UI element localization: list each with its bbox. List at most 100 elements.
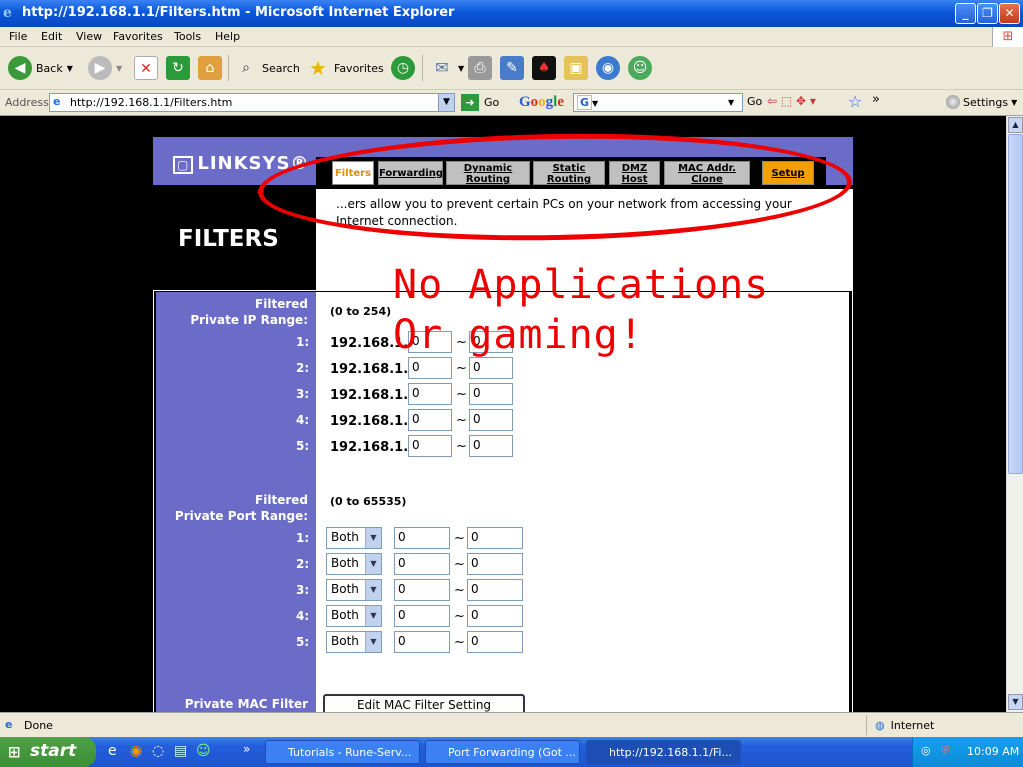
scroll-up-icon[interactable]: ▲	[1008, 117, 1023, 133]
search-button[interactable]: ⌕ Search	[234, 55, 300, 81]
taskbar-item[interactable]: Tutorials - Rune-Serv...	[265, 740, 420, 764]
protocol-select[interactable]: Both ▼	[326, 631, 382, 653]
messenger-button[interactable]: ◉	[596, 55, 620, 81]
ip-prefix: 192.168.1.	[330, 414, 409, 429]
forward-dropdown-icon[interactable]: ▼	[116, 64, 122, 73]
firefox-quicklaunch-icon[interactable]: ◉	[130, 743, 142, 759]
menu-edit[interactable]: Edit	[41, 30, 62, 43]
ip-from-input[interactable]: 0	[408, 357, 452, 379]
bag-button[interactable]: ▣	[564, 55, 588, 81]
minimize-button[interactable]: _	[955, 3, 976, 24]
protocol-select[interactable]: Both ▼	[326, 579, 382, 601]
port-from-input[interactable]: 0	[394, 605, 450, 627]
page-title: FILTERS	[178, 226, 279, 252]
back-button[interactable]: ◀ Back ▼	[8, 55, 73, 81]
restore-button[interactable]: ❐	[977, 3, 998, 24]
google-search-input[interactable]: G ▼	[573, 93, 743, 112]
stop-icon: ✕	[134, 56, 158, 80]
ip-to-input[interactable]: 0	[469, 409, 513, 431]
port-to-input[interactable]: 0	[467, 579, 523, 601]
menu-view[interactable]: View	[76, 30, 102, 43]
settings-button[interactable]: Settings ▼	[946, 95, 1017, 109]
bookmark-star-icon[interactable]: ☆	[848, 92, 862, 111]
port-to-input[interactable]: 0	[467, 553, 523, 575]
ip-to-input[interactable]: 0	[469, 383, 513, 405]
address-url: http://192.168.1.1/Filters.htm	[70, 96, 233, 109]
edit-mac-filter-button[interactable]: Edit MAC Filter Setting	[323, 694, 525, 712]
port-from-input[interactable]: 0	[394, 527, 450, 549]
search-icon: ⌕	[242, 60, 250, 76]
google-tools-icon[interactable]: ⇦ ⬚ ✥ ▾	[767, 94, 816, 108]
ie-icon: e	[3, 5, 12, 21]
ip-range-hint: (0 to 254)	[330, 305, 392, 318]
google-dropdown-icon[interactable]: ▼	[728, 98, 734, 107]
menu-file[interactable]: File	[9, 30, 27, 43]
menu-favorites[interactable]: Favorites	[113, 30, 163, 43]
security-zone: ◍ Internet	[875, 719, 934, 732]
back-dropdown-icon[interactable]: ▼	[67, 64, 73, 73]
google-go-button[interactable]: Go	[747, 95, 762, 108]
ip-from-input[interactable]: 0	[408, 409, 452, 431]
port-from-input[interactable]: 0	[394, 553, 450, 575]
refresh-button[interactable]: ↻	[166, 55, 190, 81]
port-to-input[interactable]: 0	[467, 605, 523, 627]
forward-button[interactable]: ▶ ▼	[88, 55, 122, 81]
range-tilde: ~	[456, 361, 467, 376]
system-tray: ◎ ⛨ 10:09 AM	[912, 737, 1023, 767]
scroll-down-icon[interactable]: ▼	[1008, 694, 1023, 710]
toolbar-divider	[422, 55, 423, 81]
scroll-thumb[interactable]	[1008, 134, 1023, 474]
history-button[interactable]: ◷	[391, 55, 415, 81]
ip-from-input[interactable]: 0	[408, 435, 452, 457]
star-icon: ★	[309, 56, 327, 80]
taskbar-item[interactable]: Port Forwarding (Got ...	[425, 740, 580, 764]
security-shield-icon[interactable]: ⛨	[941, 744, 949, 758]
people-icon: ☺	[628, 56, 652, 80]
edit-button[interactable]: ✎	[500, 55, 524, 81]
vertical-scrollbar[interactable]: ▲ ▼	[1006, 116, 1023, 712]
protocol-select[interactable]: Both ▼	[326, 605, 382, 627]
desktop-quicklaunch-icon[interactable]: ▤	[174, 743, 187, 759]
stop-button[interactable]: ✕	[134, 55, 158, 81]
ie-quicklaunch-icon[interactable]: e	[108, 743, 117, 759]
taskbar-item-active[interactable]: http://192.168.1.1/Fi...	[586, 740, 741, 764]
menu-tools[interactable]: Tools	[174, 30, 201, 43]
browser-quicklaunch-icon[interactable]: ◌	[152, 743, 164, 759]
ip-from-input[interactable]: 0	[408, 383, 452, 405]
more-chevron-icon[interactable]: »	[872, 92, 880, 107]
address-dropdown-icon[interactable]: ▼	[438, 94, 454, 111]
range-tilde: ~	[454, 609, 465, 624]
print-button[interactable]: ⎙	[468, 55, 492, 81]
home-button[interactable]: ⌂	[198, 55, 222, 81]
protocol-select[interactable]: Both ▼	[326, 553, 382, 575]
windows-flag-icon: ⊞	[8, 743, 21, 761]
chevron-down-icon: ▼	[365, 632, 381, 652]
port-row-num: 4:	[296, 609, 310, 623]
port-from-input[interactable]: 0	[394, 579, 450, 601]
port-from-input[interactable]: 0	[394, 631, 450, 653]
favorites-button[interactable]: ★ Favorites	[306, 55, 384, 81]
status-bar: e Done ◍ Internet	[0, 712, 1023, 737]
addon-button[interactable]: ♠	[532, 55, 556, 81]
port-range-label-1: Filtered	[255, 493, 308, 507]
back-label: Back	[36, 61, 63, 75]
quicklaunch-more-icon[interactable]: »	[243, 742, 250, 756]
menu-help[interactable]: Help	[215, 30, 240, 43]
close-button[interactable]: ✕	[999, 3, 1020, 24]
mail-button[interactable]: ✉ ▼	[430, 55, 464, 81]
status-text: Done	[24, 719, 53, 732]
ip-to-input[interactable]: 0	[469, 357, 513, 379]
address-input[interactable]: e http://192.168.1.1/Filters.htm	[49, 93, 455, 112]
ip-to-input[interactable]: 0	[469, 435, 513, 457]
protocol-select[interactable]: Both ▼	[326, 527, 382, 549]
messenger-quicklaunch-icon[interactable]: ☺	[196, 743, 211, 759]
printer-icon: ⎙	[468, 56, 492, 80]
clock[interactable]: 10:09 AM	[967, 745, 1019, 758]
go-button[interactable]: ➜ Go	[461, 94, 499, 111]
tray-icon[interactable]: ◎	[921, 744, 931, 757]
port-to-input[interactable]: 0	[467, 631, 523, 653]
title-bar: e http://192.168.1.1/Filters.htm - Micro…	[0, 0, 1023, 27]
start-button[interactable]: ⊞ start	[0, 737, 96, 767]
port-to-input[interactable]: 0	[467, 527, 523, 549]
contacts-button[interactable]: ☺	[628, 55, 652, 81]
